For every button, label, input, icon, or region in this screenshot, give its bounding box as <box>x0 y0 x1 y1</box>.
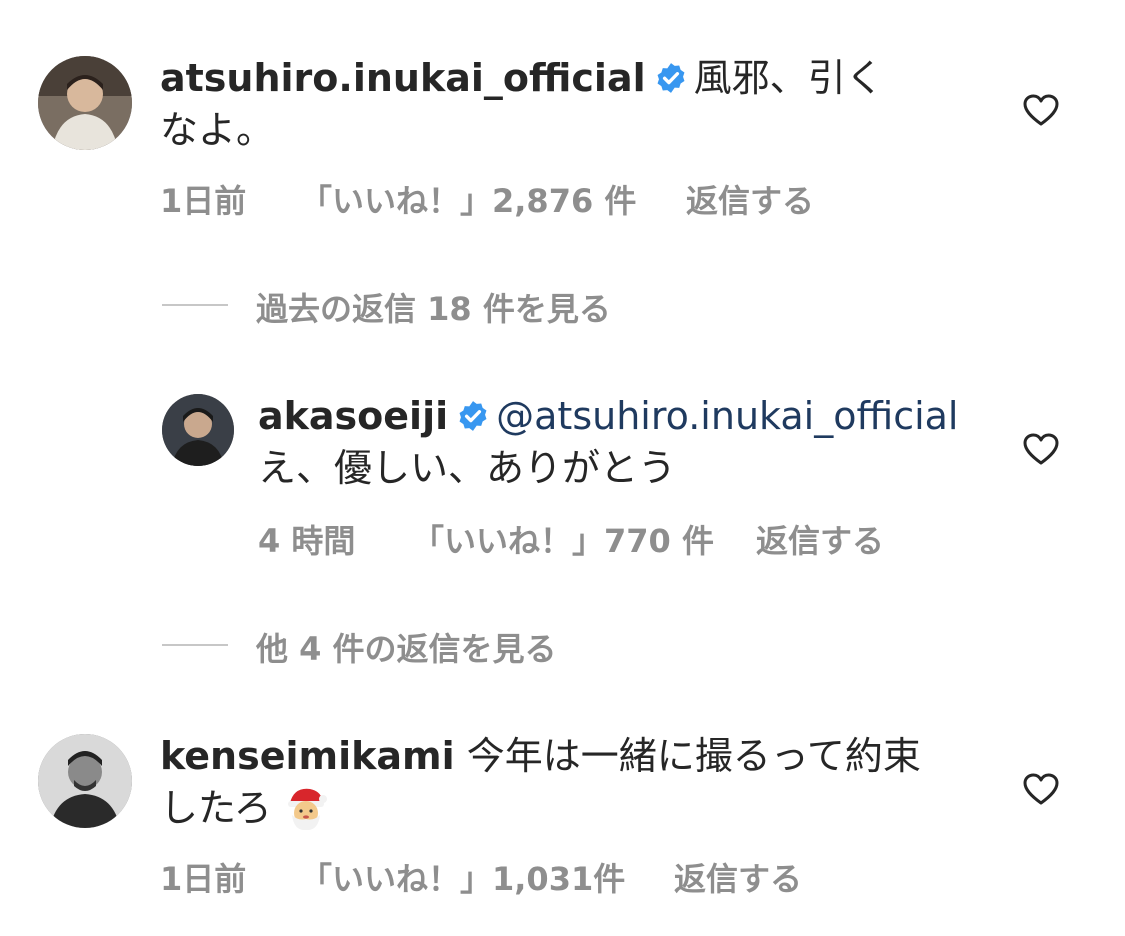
reply-text-block: akasoeiji @atsuhiro.inukai_official え、優しい… <box>258 390 998 494</box>
mention-link[interactable]: @atsuhiro.inukai_official <box>496 394 958 438</box>
reply-button[interactable]: 返信する <box>686 176 814 222</box>
reply-akasoeiji: akasoeiji @atsuhiro.inukai_official え、優しい… <box>0 370 1125 570</box>
view-more-replies[interactable]: 他 4 件の返信を見る <box>162 624 662 668</box>
comment-text-block: atsuhiro.inukai_official 風邪、引くなよ。 <box>160 52 920 156</box>
username[interactable]: atsuhiro.inukai_official <box>160 56 646 100</box>
avatar[interactable] <box>38 56 132 150</box>
comment-time[interactable]: 1日前 <box>160 854 246 900</box>
reply-time[interactable]: 4 時間 <box>258 516 355 562</box>
username[interactable]: akasoeiji <box>258 394 448 438</box>
heart-outline-icon[interactable] <box>1022 772 1060 806</box>
view-previous-replies[interactable]: 過去の返信 18 件を見る <box>162 284 662 328</box>
reply-meta: 4 時間 「いいね！」770 件 返信する <box>258 516 958 560</box>
comment-text-block: kenseimikami 今年は一緒に撮るって約束したろ <box>160 730 950 834</box>
divider-line <box>162 644 228 646</box>
avatar[interactable] <box>162 394 234 466</box>
avatar[interactable] <box>38 734 132 828</box>
reply-button[interactable]: 返信する <box>756 516 884 562</box>
verified-badge-icon <box>456 399 490 433</box>
comment-meta: 1日前 「いいね！」2,876 件 返信する <box>160 176 860 220</box>
comment-atsuhiro: atsuhiro.inukai_official 風邪、引くなよ。 1日前 「いい… <box>0 0 1125 230</box>
reply-text: え、優しい、ありがとう <box>258 446 677 490</box>
verified-badge-icon <box>654 61 688 95</box>
divider-line <box>162 304 228 306</box>
username[interactable]: kenseimikami <box>160 734 455 778</box>
reply-button[interactable]: 返信する <box>674 854 802 900</box>
view-more-replies-label[interactable]: 他 4 件の返信を見る <box>256 624 557 670</box>
santa-emoji <box>284 785 328 831</box>
comment-meta: 1日前 「いいね！」1,031件 返信する <box>160 854 860 898</box>
likes-count[interactable]: 「いいね！」1,031件 <box>300 854 625 900</box>
comment-kenseimikami: kenseimikami 今年は一緒に撮るって約束したろ 1日前 「いいね！」1… <box>0 700 1125 936</box>
comment-time[interactable]: 1日前 <box>160 176 246 222</box>
heart-outline-icon[interactable] <box>1022 432 1060 466</box>
heart-outline-icon[interactable] <box>1022 93 1060 127</box>
likes-count[interactable]: 「いいね！」2,876 件 <box>300 176 636 222</box>
likes-count[interactable]: 「いいね！」770 件 <box>412 516 714 562</box>
view-previous-replies-label[interactable]: 過去の返信 18 件を見る <box>256 284 611 330</box>
